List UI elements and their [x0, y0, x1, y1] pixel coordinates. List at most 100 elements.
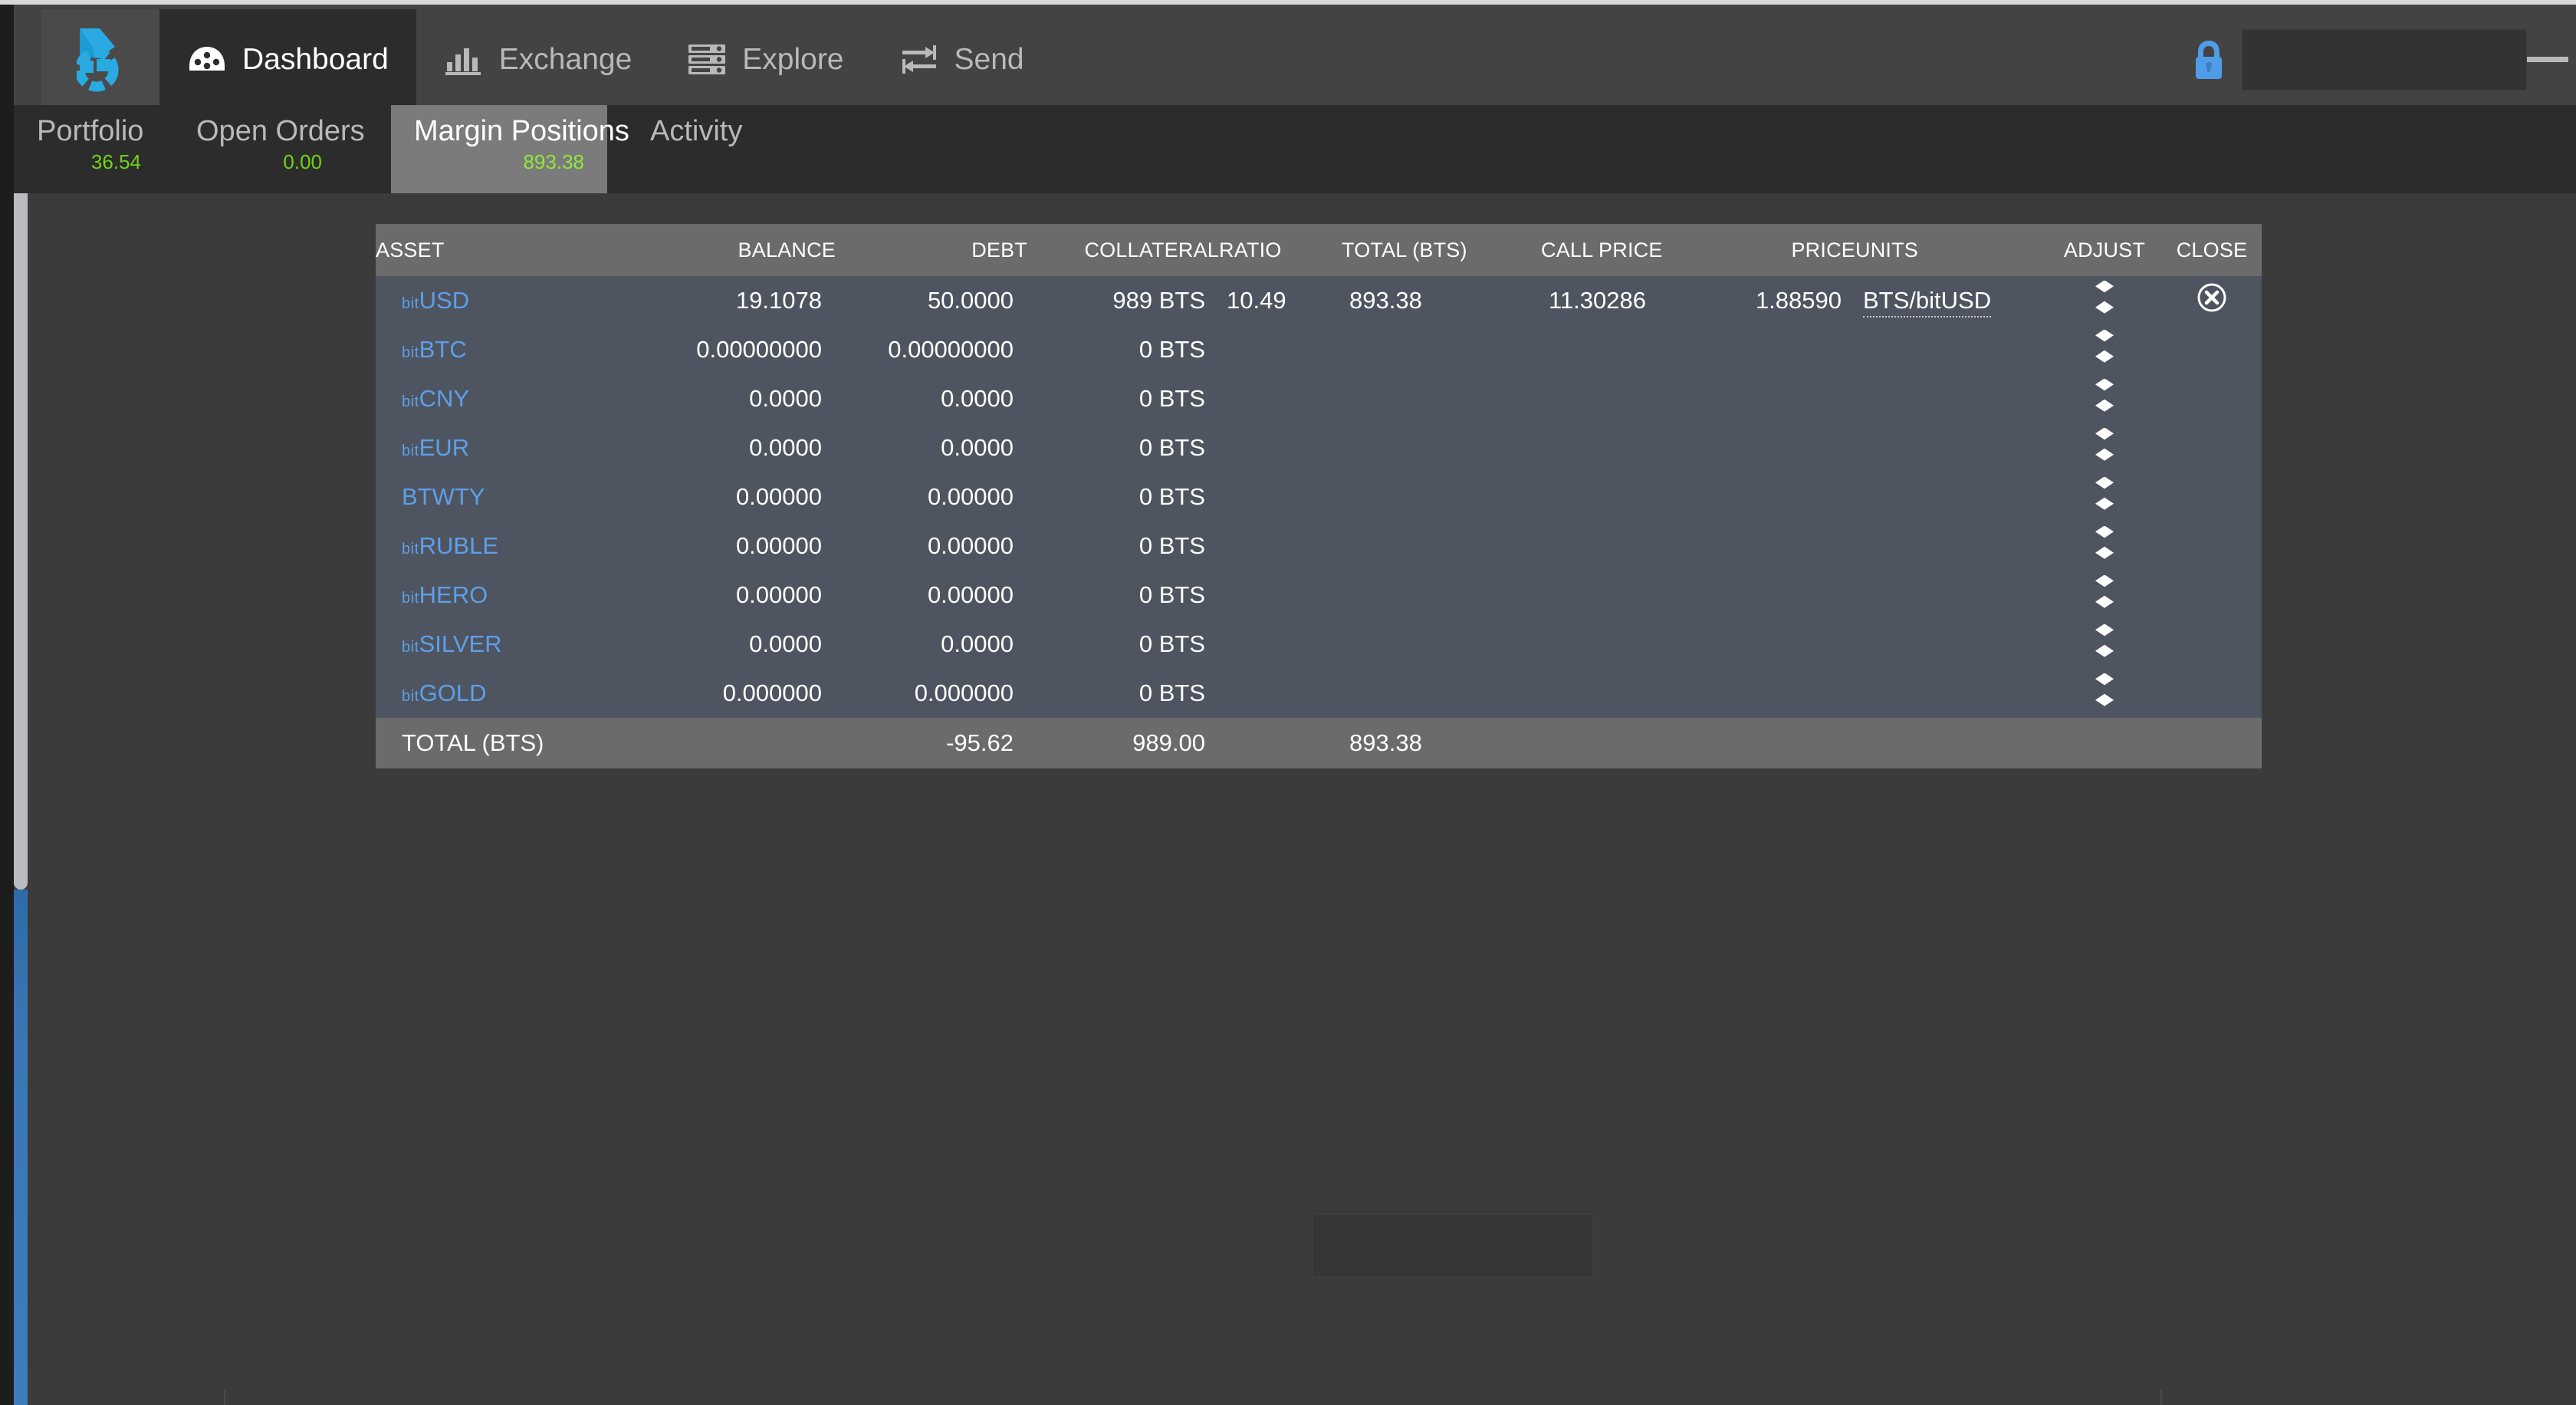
sort-updown-icon[interactable]	[2093, 329, 2116, 370]
sort-updown-icon[interactable]	[2093, 624, 2116, 664]
cell-total-bts	[1342, 522, 1541, 571]
cell-call-price	[1541, 325, 1725, 374]
total-ratio	[1219, 718, 1342, 768]
col-price[interactable]: PRICE	[1725, 224, 1855, 276]
cell-close	[2162, 325, 2262, 374]
cell-asset: bitGOLD	[376, 669, 606, 718]
cell-units	[1855, 423, 2047, 472]
col-debt[interactable]: DEBT	[836, 224, 1027, 276]
nav-item-dashboard[interactable]: Dashboard	[159, 9, 416, 110]
nav-item-send[interactable]: Send	[872, 9, 1052, 110]
asset-link[interactable]: BTWTY	[402, 483, 485, 510]
cell-debt: 0.000000	[836, 669, 1027, 718]
cell-close	[2162, 472, 2262, 522]
asset-link[interactable]: bitGOLD	[402, 679, 486, 706]
nav-item-label: Dashboard	[242, 42, 389, 76]
cell-price	[1725, 620, 1855, 669]
cell-units	[1855, 472, 2047, 522]
nav-item-explore[interactable]: Explore	[659, 9, 871, 110]
cell-close	[2162, 423, 2262, 472]
cell-debt: 0.00000	[836, 522, 1027, 571]
col-asset[interactable]: ASSET	[376, 224, 606, 276]
cell-collateral: 0 BTS	[1027, 374, 1219, 423]
primary-nav-items: Dashboard Exchange Explore Send	[159, 9, 1052, 110]
asset-link[interactable]: bitHERO	[402, 581, 488, 608]
cell-collateral: 989 BTS	[1027, 276, 1219, 325]
hamburger-menu-icon[interactable]	[2527, 9, 2576, 110]
cell-asset: bitSILVER	[376, 620, 606, 669]
cell-call-price	[1541, 571, 1725, 620]
table-row: bitRUBLE 0.00000 0.00000 0 BTS	[376, 522, 2262, 571]
nav-item-exchange[interactable]: Exchange	[416, 9, 659, 110]
sort-updown-icon[interactable]	[2093, 427, 2116, 468]
cell-call-price	[1541, 374, 1725, 423]
table-row: bitGOLD 0.000000 0.000000 0 BTS	[376, 669, 2262, 718]
cell-collateral: 0 BTS	[1027, 423, 1219, 472]
cell-ratio	[1219, 374, 1342, 423]
tab-open-orders[interactable]: Open Orders 0.00	[173, 105, 365, 193]
asset-link[interactable]: bitRUBLE	[402, 532, 498, 559]
cell-ratio	[1219, 472, 1342, 522]
server-list-icon	[687, 40, 727, 80]
col-balance[interactable]: BALANCE	[606, 224, 836, 276]
sort-updown-icon[interactable]	[2093, 673, 2116, 713]
col-call-price[interactable]: CALL PRICE	[1541, 224, 1725, 276]
cell-total-bts	[1342, 620, 1541, 669]
cell-asset: bitEUR	[376, 423, 606, 472]
page-scrollbar-thumb[interactable]	[14, 100, 28, 890]
nav-item-label: Send	[954, 42, 1024, 76]
tab-value: 893.38	[523, 150, 584, 173]
col-ratio[interactable]: RATIO	[1219, 224, 1342, 276]
cell-balance: 0.00000	[606, 571, 836, 620]
tab-label: Activity	[650, 115, 743, 147]
tab-portfolio[interactable]: Portfolio 36.54	[14, 105, 164, 193]
cell-units	[1855, 325, 2047, 374]
cell-units: BTS/bitUSD	[1855, 276, 2047, 325]
units-link[interactable]: BTS/bitUSD	[1863, 287, 1992, 318]
table-header-row: ASSET BALANCE DEBT COLLATERAL RATIO TOTA…	[376, 224, 2262, 276]
cell-balance: 0.00000000	[606, 325, 836, 374]
table-row: bitCNY 0.0000 0.0000 0 BTS	[376, 374, 2262, 423]
cell-balance: 0.00000	[606, 522, 836, 571]
tab-margin-positions[interactable]: Margin Positions 893.38	[391, 105, 629, 193]
cell-debt: 0.00000	[836, 571, 1027, 620]
sort-updown-icon[interactable]	[2093, 525, 2116, 566]
cell-debt: 0.0000	[836, 423, 1027, 472]
cell-adjust	[2047, 620, 2162, 669]
cell-close	[2162, 276, 2262, 325]
sort-updown-icon[interactable]	[2093, 574, 2116, 615]
cell-call-price	[1541, 423, 1725, 472]
cell-balance: 0.0000	[606, 423, 836, 472]
asset-link[interactable]: bitUSD	[402, 287, 469, 314]
cell-balance: 0.00000	[606, 472, 836, 522]
navbar-right-group	[2176, 9, 2576, 110]
cell-units	[1855, 522, 2047, 571]
cell-ratio	[1219, 620, 1342, 669]
col-collateral[interactable]: COLLATERAL	[1027, 224, 1219, 276]
app-logo[interactable]	[41, 9, 159, 110]
cell-call-price	[1541, 620, 1725, 669]
table-row: bitUSD 19.1078 50.0000 989 BTS 10.49 893.38 11…	[376, 276, 2262, 325]
cell-collateral: 0 BTS	[1027, 522, 1219, 571]
sort-updown-icon[interactable]	[2093, 280, 2116, 321]
asset-link[interactable]: bitCNY	[402, 385, 469, 412]
col-total-bts[interactable]: TOTAL (BTS)	[1342, 224, 1541, 276]
asset-link[interactable]: bitSILVER	[402, 630, 502, 657]
cell-total-bts	[1342, 472, 1541, 522]
cell-collateral: 0 BTS	[1027, 571, 1219, 620]
cell-total-bts	[1342, 325, 1541, 374]
asset-link[interactable]: bitEUR	[402, 434, 469, 461]
cell-ratio	[1219, 669, 1342, 718]
col-units[interactable]: UNITS	[1855, 224, 2047, 276]
lock-icon[interactable]	[2176, 39, 2242, 81]
asset-link[interactable]: bitBTC	[402, 336, 467, 363]
tab-activity[interactable]: Activity	[627, 105, 765, 193]
sort-updown-icon[interactable]	[2093, 476, 2116, 517]
transfer-arrows-icon	[899, 40, 939, 80]
close-circle-icon[interactable]	[2196, 282, 2227, 319]
sort-updown-icon[interactable]	[2093, 378, 2116, 419]
cell-ratio	[1219, 325, 1342, 374]
cell-close	[2162, 669, 2262, 718]
search-input[interactable]	[2242, 28, 2527, 90]
margin-positions-table: ASSET BALANCE DEBT COLLATERAL RATIO TOTA…	[376, 224, 2262, 768]
